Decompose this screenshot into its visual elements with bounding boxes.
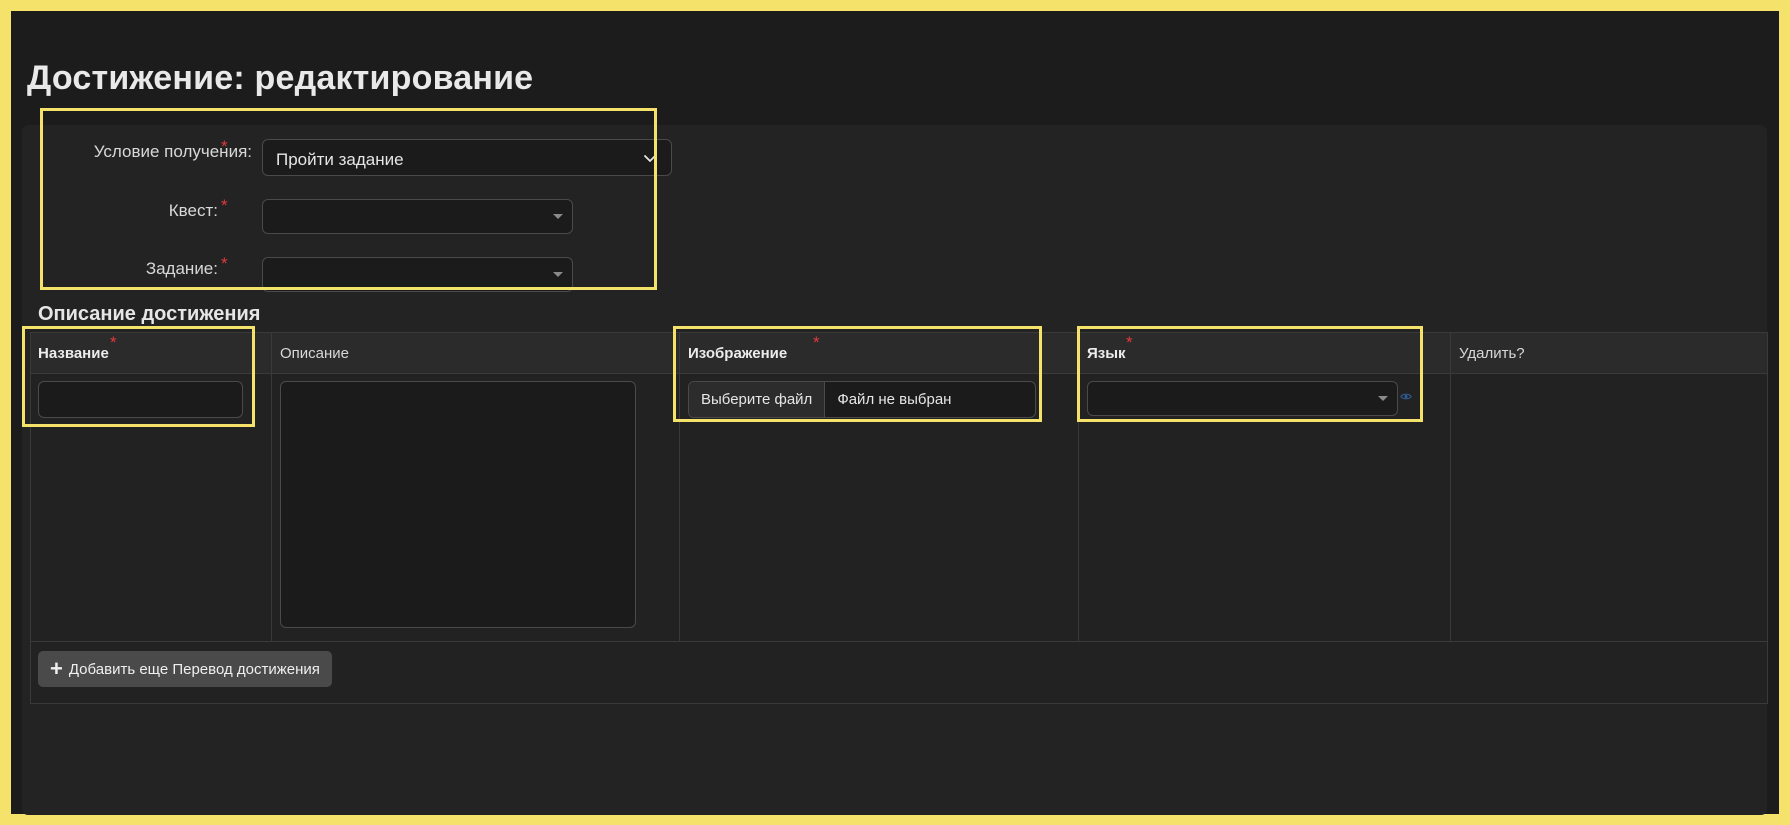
language-required-mark: *	[1126, 333, 1133, 352]
condition-required-mark: *	[221, 137, 228, 156]
image-file-input[interactable]: Выберите файл Файл не выбран	[688, 381, 1036, 418]
caret-down-icon	[553, 272, 563, 277]
quest-select[interactable]	[262, 199, 573, 234]
column-divider	[1450, 333, 1451, 641]
task-required-mark: *	[221, 254, 228, 273]
add-translation-button[interactable]: + Добавить еще Перевод достижения	[38, 651, 332, 687]
section-title: Описание достижения	[38, 303, 261, 325]
page-frame: Достижение: редактирование Условие получ…	[11, 11, 1779, 815]
plus-icon: +	[50, 656, 63, 681]
column-divider	[679, 333, 680, 641]
header-image: Изображение	[688, 345, 788, 362]
header-language: Язык	[1087, 345, 1126, 362]
header-name: Название	[38, 345, 109, 362]
name-required-mark: *	[110, 333, 117, 352]
page-title: Достижение: редактирование	[27, 59, 534, 97]
condition-select-value: Пройти задание	[276, 150, 404, 169]
column-divider	[271, 333, 272, 641]
language-select[interactable]	[1087, 381, 1398, 416]
caret-down-icon	[553, 214, 563, 219]
chevron-down-icon	[644, 155, 656, 162]
translations-table: Название * Описание Изображение * Язык *…	[30, 332, 1768, 704]
quest-required-mark: *	[221, 196, 228, 215]
task-select[interactable]	[262, 257, 573, 292]
header-delete: Удалить?	[1459, 345, 1525, 362]
choose-file-button[interactable]: Выберите файл	[689, 382, 826, 417]
column-divider	[1078, 333, 1079, 641]
file-status: Файл не выбран	[837, 391, 952, 408]
image-required-mark: *	[813, 333, 820, 352]
caret-down-icon	[1378, 396, 1388, 401]
table-footer-divider	[31, 641, 1767, 642]
header-description: Описание	[280, 345, 350, 362]
eye-icon[interactable]	[1400, 392, 1412, 401]
description-textarea[interactable]	[280, 381, 636, 628]
task-label: Задание:	[145, 259, 218, 278]
condition-select[interactable]: Пройти задание	[262, 139, 672, 176]
name-input[interactable]	[38, 381, 243, 418]
add-translation-label: Добавить еще Перевод достижения	[68, 660, 320, 678]
quest-label: Квест:	[168, 201, 218, 220]
